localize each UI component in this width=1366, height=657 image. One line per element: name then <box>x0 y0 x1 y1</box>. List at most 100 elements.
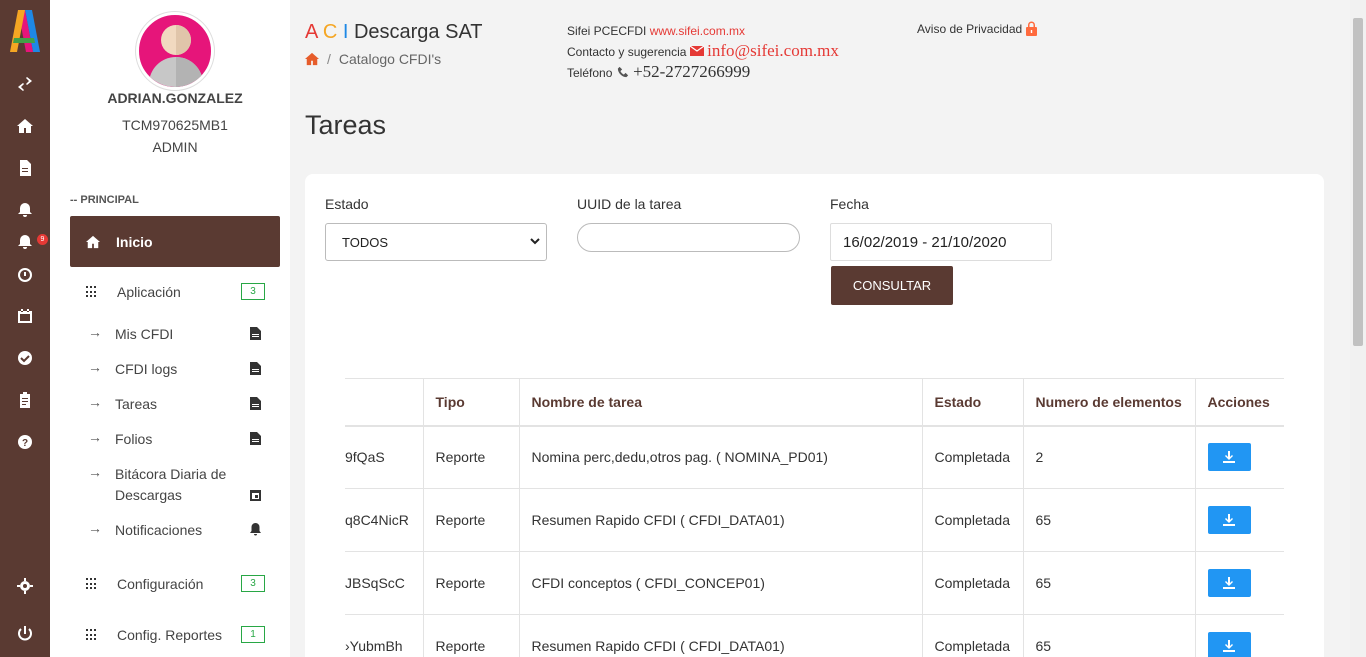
lock-icon <box>1026 21 1038 36</box>
sidebar-group-configuracion[interactable]: Configuración 3 <box>86 573 266 595</box>
icon-rail: 9 ? <box>0 0 50 657</box>
download-button[interactable] <box>1207 569 1251 597</box>
cell-tipo: Reporte <box>422 614 520 657</box>
sidebar-item-label: Folios <box>115 431 153 447</box>
download-button[interactable] <box>1207 443 1251 472</box>
home-icon[interactable] <box>15 116 35 136</box>
power-icon[interactable] <box>15 624 35 644</box>
sidebar-item-bitacora[interactable]: → Bitácora Diaria de Descargas <box>88 464 268 508</box>
table-header-row: Tipo Nombre de tarea Estado Numero de el… <box>345 378 1284 427</box>
arrow-icon: → <box>88 359 102 375</box>
cell-nombre: Resumen Rapido CFDI ( CFDI_DATA01) <box>518 488 923 552</box>
email-link[interactable]: info@sifei.com.mx <box>707 41 839 60</box>
column-header-elementos[interactable]: Numero de elementos <box>1022 378 1196 427</box>
tasks-table: Tipo Nombre de tarea Estado Numero de el… <box>345 378 1284 657</box>
column-header-nombre[interactable]: Nombre de tarea <box>518 378 923 427</box>
grid-icon <box>86 578 98 590</box>
cell-acciones <box>1194 425 1284 489</box>
cell-tipo: Reporte <box>422 488 520 552</box>
swap-icon[interactable] <box>15 74 35 94</box>
table-row: ›YubmBh Reporte Resumen Rapido CFDI ( CF… <box>345 614 1284 657</box>
bell-icon[interactable] <box>15 200 35 220</box>
cell-tipo: Reporte <box>422 425 520 489</box>
column-header-acciones: Acciones <box>1194 378 1284 427</box>
cell-uuid: JBSqScC <box>345 551 424 615</box>
file-icon <box>250 432 261 445</box>
sidebar: ADRIAN.GONZALEZ TCM970625MB1 ADMIN -- PR… <box>50 0 290 657</box>
chevron-down-icon <box>530 238 540 245</box>
sidebar-group-config-reportes[interactable]: Config. Reportes 1 <box>86 624 266 646</box>
consultar-button[interactable]: CONSULTAR <box>831 266 953 305</box>
sidebar-item-label: Bitácora Diaria de Descargas <box>115 466 227 503</box>
website-link[interactable]: www.sifei.com.mx <box>650 24 745 38</box>
home-icon[interactable] <box>305 52 319 66</box>
contact-phone-label: Teléfono <box>567 66 613 80</box>
alarm-icon[interactable] <box>15 264 35 284</box>
table-row: 9fQaS Reporte Nomina perc,dedu,otros pag… <box>345 425 1284 489</box>
download-button[interactable] <box>1207 506 1251 534</box>
uuid-input[interactable] <box>577 223 800 252</box>
app-logo[interactable] <box>10 10 40 52</box>
cell-uuid: q8C4NicR <box>345 488 424 552</box>
clipboard-icon[interactable] <box>15 390 35 410</box>
column-header-uuid[interactable] <box>345 378 424 427</box>
sidebar-item-mis-cfdi[interactable]: → Mis CFDI <box>88 324 268 346</box>
brand-letter-i: I <box>342 21 349 43</box>
sidebar-item-label: Mis CFDI <box>115 326 174 342</box>
bell-alert-icon[interactable] <box>15 232 35 252</box>
privacy-link[interactable]: Aviso de Privacidad <box>917 21 1038 36</box>
grid-icon <box>86 629 98 641</box>
count-badge: 1 <box>241 626 265 643</box>
section-label-principal: -- PRINCIPAL <box>70 194 139 206</box>
calendar-icon[interactable] <box>15 306 35 326</box>
sidebar-item-label: Inicio <box>116 233 153 250</box>
cell-estado: Completada <box>921 425 1024 489</box>
file-icon[interactable] <box>15 158 35 178</box>
contact-site-label: Sifei PCECFDI <box>567 24 647 38</box>
svg-text:?: ? <box>22 438 28 449</box>
calendar-icon <box>250 488 261 501</box>
sidebar-item-inicio[interactable]: Inicio <box>70 216 280 267</box>
cell-tipo: Reporte <box>422 551 520 615</box>
cell-estado: Completada <box>921 551 1024 615</box>
brand-letter-a: A <box>305 21 318 43</box>
home-icon <box>86 235 100 248</box>
sidebar-item-tareas[interactable]: → Tareas <box>88 394 268 416</box>
cell-acciones <box>1194 488 1284 552</box>
check-circle-icon[interactable] <box>15 348 35 368</box>
cell-nombre: Nomina perc,dedu,otros pag. ( NOMINA_PD0… <box>518 425 923 489</box>
cell-elementos: 65 <box>1022 488 1196 552</box>
date-range-input[interactable]: 16/02/2019 - 21/10/2020 <box>830 223 1052 261</box>
scrollbar-thumb[interactable] <box>1353 18 1363 346</box>
avatar[interactable] <box>136 12 214 90</box>
estado-label: Estado <box>325 196 369 212</box>
sidebar-item-notificaciones[interactable]: → Notificaciones <box>88 520 268 542</box>
brand-text: Descarga SAT <box>353 21 483 43</box>
sidebar-item-cfdi-logs[interactable]: → CFDI logs <box>88 359 268 381</box>
page-scrollbar[interactable] <box>1350 0 1366 657</box>
file-icon <box>250 327 261 340</box>
contact-info: Sifei PCECFDI www.sifei.com.mx Contacto … <box>567 21 839 83</box>
contact-phone-line: Teléfono +52-2727266999 <box>567 62 839 83</box>
download-button[interactable] <box>1207 632 1251 657</box>
user-name: ADRIAN.GONZALEZ <box>107 90 243 106</box>
contact-website-line: Sifei PCECFDI www.sifei.com.mx <box>567 21 839 41</box>
sidebar-item-folios[interactable]: → Folios <box>88 429 268 451</box>
sidebar-item-label: Notificaciones <box>115 522 203 538</box>
column-header-estado[interactable]: Estado <box>921 378 1024 427</box>
cell-acciones <box>1194 614 1284 657</box>
cell-estado: Completada <box>921 614 1024 657</box>
count-badge: 3 <box>241 283 265 300</box>
column-header-tipo[interactable]: Tipo <box>422 378 520 427</box>
arrow-icon: → <box>88 324 102 340</box>
gear-icon[interactable] <box>15 576 35 596</box>
help-icon[interactable]: ? <box>15 432 35 452</box>
download-icon <box>1223 514 1235 526</box>
sidebar-item-label: Tareas <box>115 396 158 412</box>
cell-acciones <box>1194 551 1284 615</box>
estado-select[interactable]: TODOS <box>325 223 547 261</box>
cell-elementos: 65 <box>1022 551 1196 615</box>
sidebar-group-aplicacion[interactable]: Aplicación 3 <box>86 281 266 303</box>
arrow-icon: → <box>88 429 102 445</box>
breadcrumb: / Catalogo CFDI's <box>305 51 441 67</box>
